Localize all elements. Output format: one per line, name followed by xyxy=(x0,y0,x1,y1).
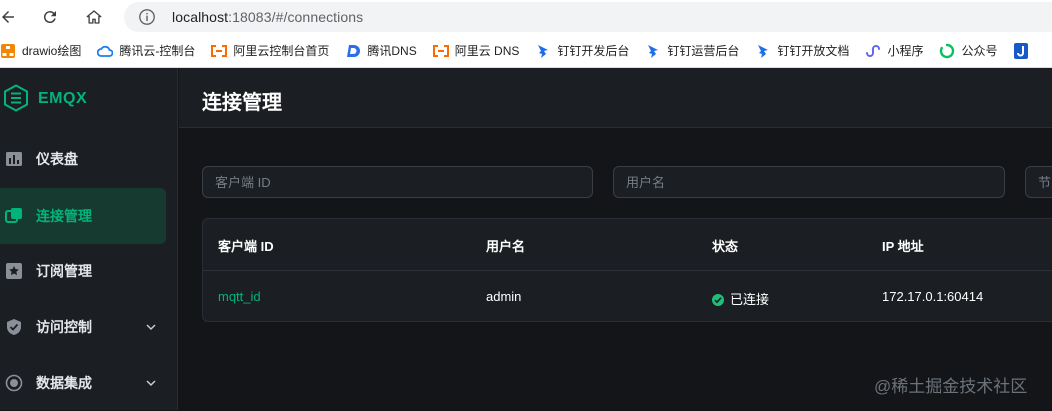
table-header: 客户端 ID 用户名 状态 IP 地址 xyxy=(203,219,1052,271)
url-text: localhost:18083/#/connections xyxy=(172,9,363,25)
dingtalk-icon xyxy=(535,43,551,59)
dnspod-icon xyxy=(345,43,361,59)
dingtalk-icon xyxy=(645,43,661,59)
bookmark-label: 腾讯云-控制台 xyxy=(119,44,196,58)
bookmark-dingtalk-ops[interactable]: 钉钉运营后台 xyxy=(637,34,747,68)
client-id-filter-input[interactable] xyxy=(202,166,593,198)
aliyun-icon xyxy=(432,43,449,59)
column-header-ip[interactable]: IP 地址 xyxy=(882,236,924,255)
emqx-logo-icon xyxy=(4,84,28,112)
column-header-status[interactable]: 状态 xyxy=(712,236,738,255)
bookmark-label: 钉钉开放文档 xyxy=(777,44,850,58)
sidebar-item-access-control[interactable]: 访问控制 xyxy=(0,299,166,355)
page-header: 连接管理 xyxy=(179,68,1052,128)
bookmark-miniprogram[interactable]: 小程序 xyxy=(857,34,931,68)
bookmark-label: 钉钉运营后台 xyxy=(667,44,740,58)
table-row: mqtt_id admin 已连接 172.17.0.1:60414 xyxy=(203,271,1052,321)
url-host: localhost xyxy=(172,9,229,25)
bookmarks-bar: drawio绘图 腾讯云-控制台 阿里云控制台首页 腾讯DNS 阿里云 DNS … xyxy=(0,34,1052,68)
bookmark-label: 钉钉开发后台 xyxy=(557,44,630,58)
status-cell: 已连接 xyxy=(712,289,769,308)
sidebar-item-label: 连接管理 xyxy=(36,208,92,224)
home-button[interactable] xyxy=(82,5,106,29)
sidebar-item-subscriptions[interactable]: 订阅管理 xyxy=(0,243,166,299)
bookmark-label: 小程序 xyxy=(887,44,924,58)
browser-toolbar: localhost:18083/#/connections xyxy=(0,0,1052,34)
sidebar-item-label: 数据集成 xyxy=(36,375,92,391)
page-title: 连接管理 xyxy=(202,92,282,114)
sidebar-item-connections[interactable]: 连接管理 xyxy=(0,188,166,244)
dashboard-icon xyxy=(6,152,22,166)
username-cell: admin xyxy=(486,289,522,304)
chevron-down-icon[interactable] xyxy=(145,321,157,333)
drawio-icon xyxy=(0,43,16,59)
sidebar-item-label: 仪表盘 xyxy=(36,151,78,167)
bookmark-label: drawio绘图 xyxy=(22,44,82,58)
sidebar-item-dashboard[interactable]: 仪表盘 xyxy=(0,131,166,187)
column-header-client-id[interactable]: 客户端 ID xyxy=(218,236,274,255)
connected-check-icon xyxy=(712,294,724,306)
bookmark-j[interactable] xyxy=(1005,34,1043,68)
dingtalk-icon xyxy=(755,43,771,59)
chevron-down-icon[interactable] xyxy=(145,377,157,389)
bookmark-label: 阿里云控制台首页 xyxy=(233,44,330,58)
bookmark-tencent-dns[interactable]: 腾讯DNS xyxy=(337,34,424,68)
username-filter-input[interactable] xyxy=(613,166,1005,198)
bookmark-drawio[interactable]: drawio绘图 xyxy=(0,34,89,68)
watermark: @稀土掘金技术社区 xyxy=(874,377,1028,396)
aliyun-icon xyxy=(211,43,228,59)
bookmark-aliyun-dns[interactable]: 阿里云 DNS xyxy=(425,34,528,68)
wechat-icon xyxy=(939,43,955,59)
sidebar-item-data-integration[interactable]: 数据集成 xyxy=(0,355,166,411)
ip-address-cell: 172.17.0.1:60414 xyxy=(882,289,984,304)
bookmark-aliyun-console[interactable]: 阿里云控制台首页 xyxy=(203,34,337,68)
reload-button[interactable] xyxy=(38,5,62,29)
connections-icon xyxy=(5,208,22,223)
sidebar: EMQX 仪表盘 连接管理 订阅管理 访问控制 数据集成 xyxy=(0,68,178,410)
brand[interactable]: EMQX xyxy=(0,68,178,128)
address-bar[interactable]: localhost:18083/#/connections xyxy=(124,2,1052,32)
j-icon xyxy=(1013,42,1029,59)
sidebar-item-label: 访问控制 xyxy=(36,319,92,335)
main-content: 连接管理 客户端 ID 用户名 状态 IP 地址 mqtt_id admin 已… xyxy=(179,68,1052,410)
miniprogram-icon xyxy=(865,43,881,59)
node-filter-select[interactable] xyxy=(1025,166,1052,198)
url-path: :18083/#/connections xyxy=(228,9,364,25)
bookmark-label: 公众号 xyxy=(961,44,998,58)
subscriptions-icon xyxy=(6,263,22,279)
shield-icon xyxy=(7,319,21,335)
sidebar-item-label: 订阅管理 xyxy=(36,263,92,279)
connections-table: 客户端 ID 用户名 状态 IP 地址 mqtt_id admin 已连接 17… xyxy=(202,218,1052,322)
client-id-link[interactable]: mqtt_id xyxy=(218,289,261,304)
info-icon[interactable] xyxy=(138,8,156,26)
reload-icon xyxy=(43,11,56,24)
bookmark-label: 阿里云 DNS xyxy=(454,44,520,58)
arrow-left-icon xyxy=(2,11,14,23)
integration-icon xyxy=(5,374,23,392)
bookmark-wechat-official[interactable]: 公众号 xyxy=(931,34,1005,68)
status-text: 已连接 xyxy=(730,292,770,307)
tencent-cloud-icon xyxy=(97,43,114,59)
brand-name: EMQX xyxy=(38,90,88,107)
back-button[interactable] xyxy=(0,5,20,29)
bookmark-label: 腾讯DNS xyxy=(367,44,417,58)
home-icon xyxy=(86,10,102,24)
bookmark-dingtalk-dev[interactable]: 钉钉开发后台 xyxy=(527,34,637,68)
bookmark-tencent-cloud[interactable]: 腾讯云-控制台 xyxy=(89,34,203,68)
bookmark-dingtalk-docs[interactable]: 钉钉开放文档 xyxy=(747,34,857,68)
column-header-username[interactable]: 用户名 xyxy=(486,236,525,255)
